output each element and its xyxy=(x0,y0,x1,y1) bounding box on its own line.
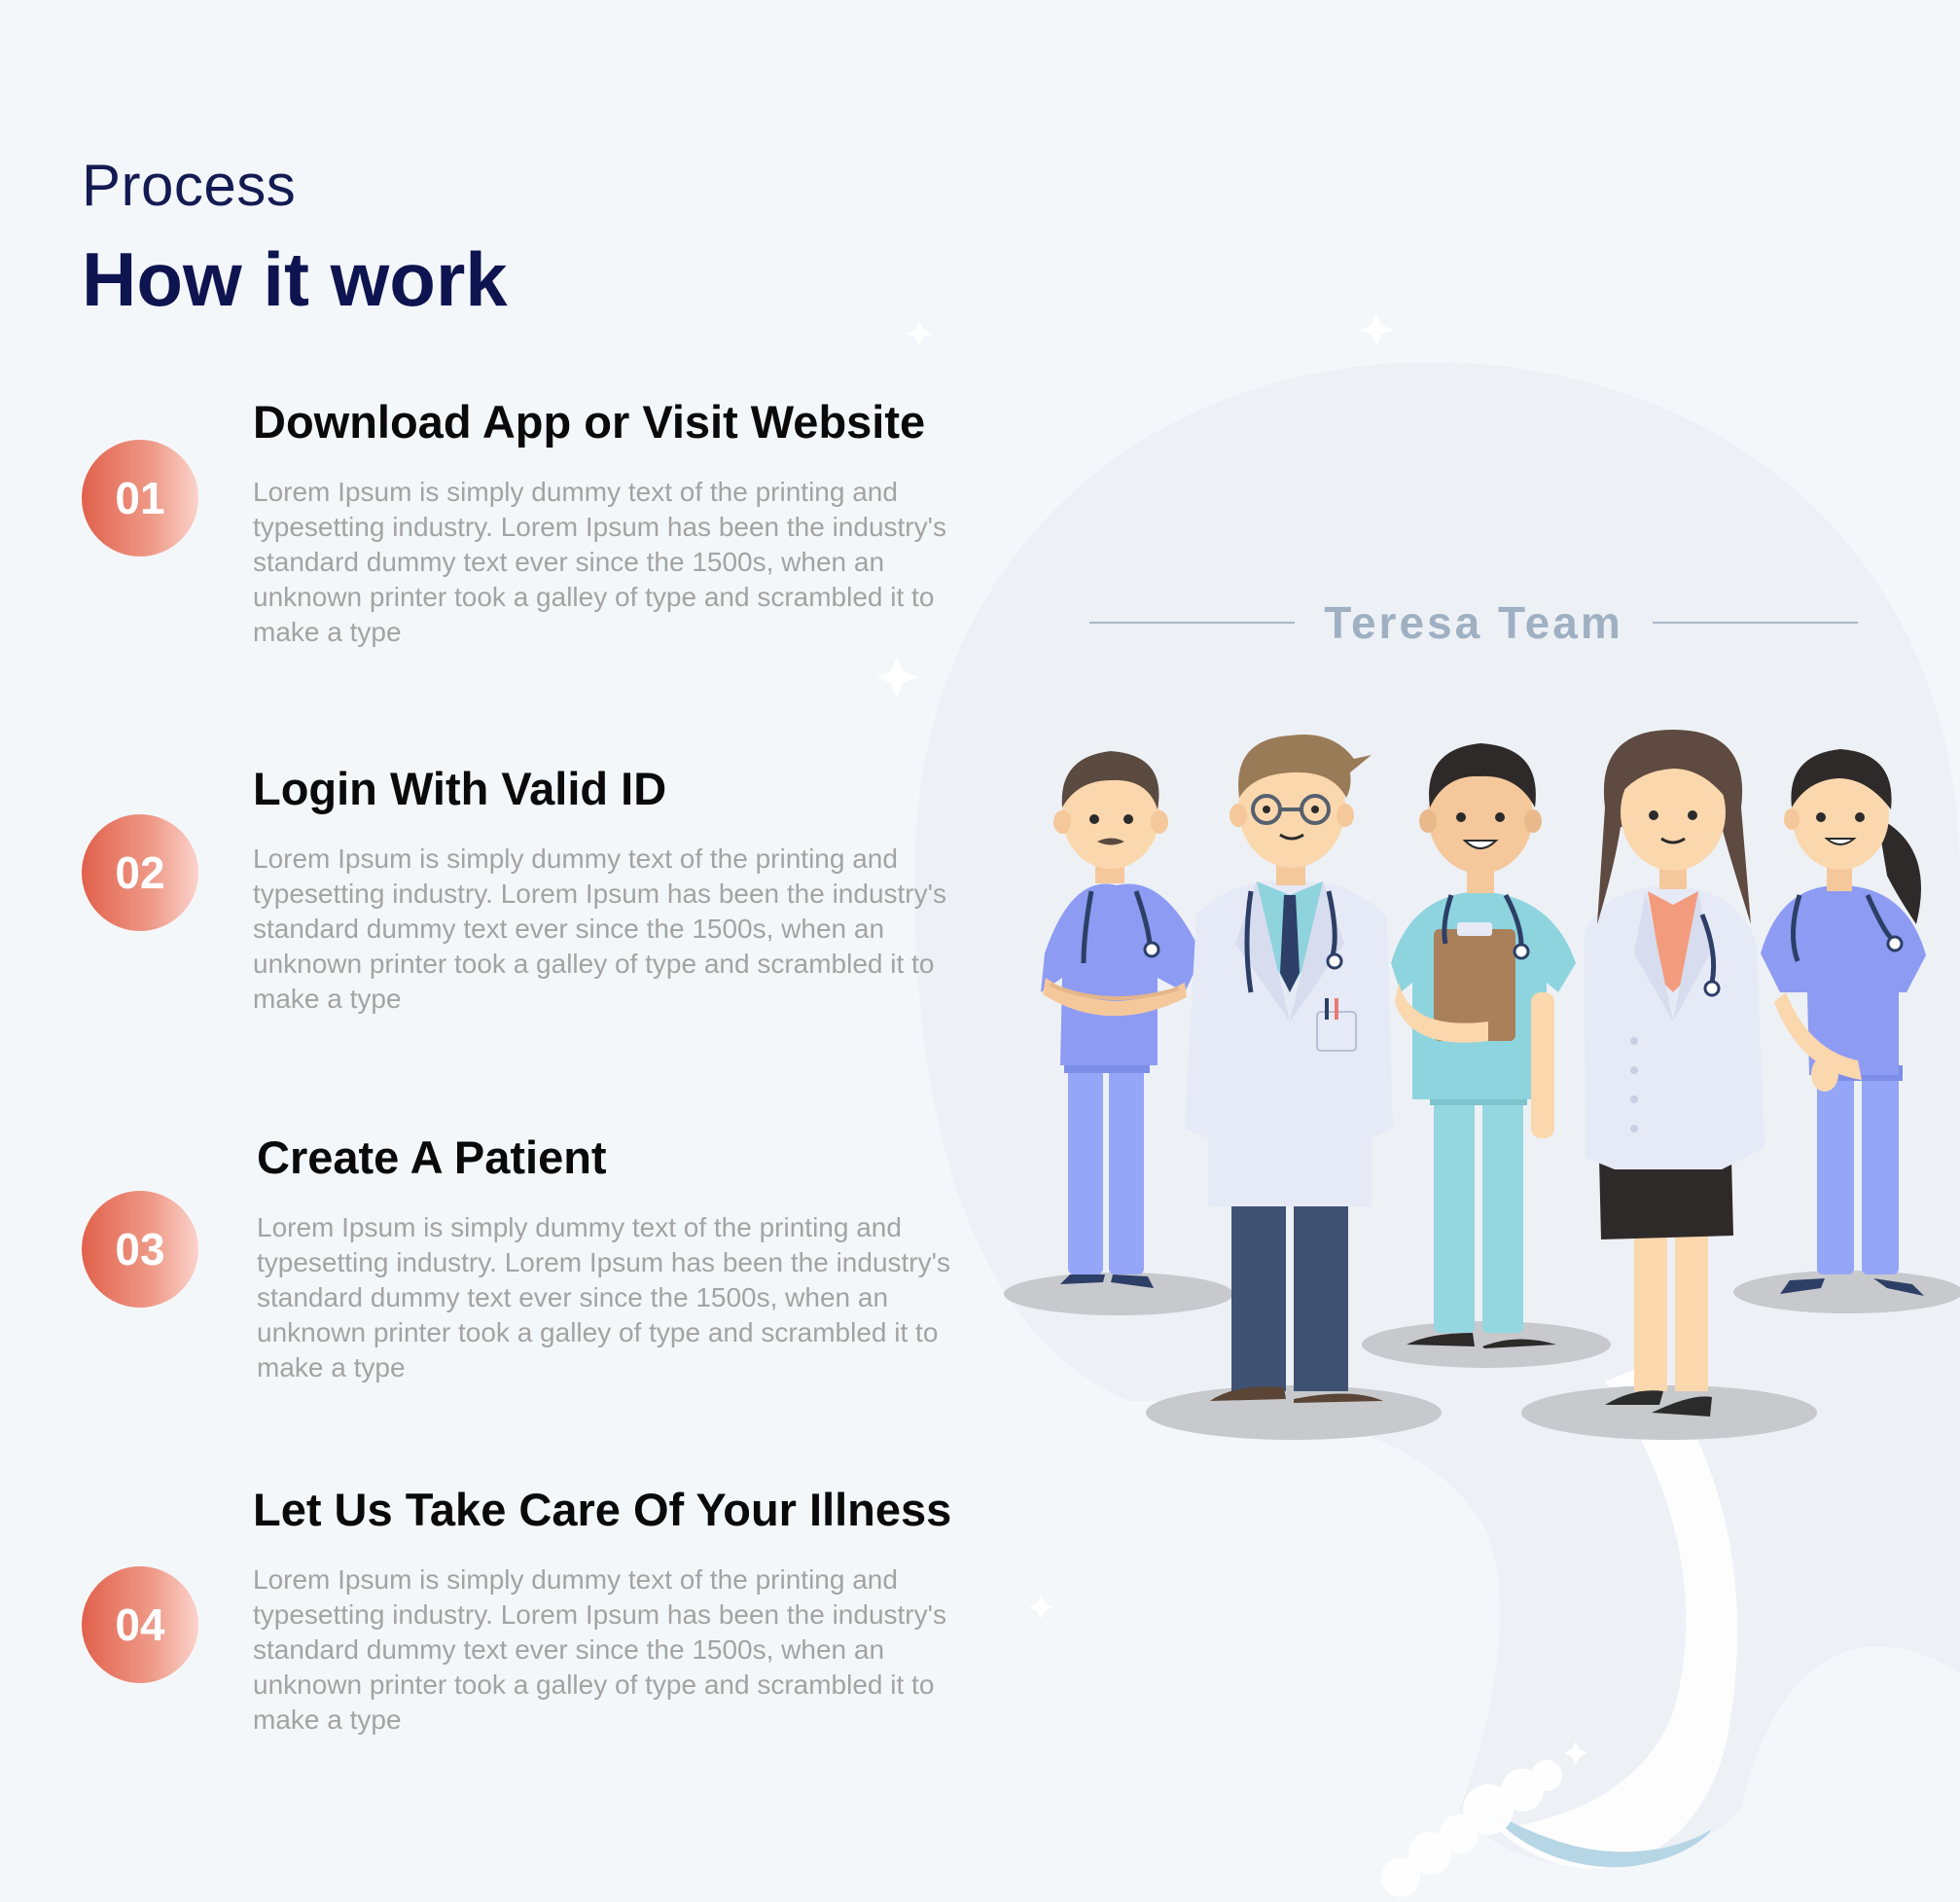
divider xyxy=(1089,622,1296,624)
nurse-figure xyxy=(1391,743,1576,1348)
sparkle-icon xyxy=(1360,313,1393,346)
step-number-badge: 01 xyxy=(82,440,198,556)
nurse-figure xyxy=(1041,751,1202,1288)
process-step: 03 Create A Patient Lorem Ipsum is simpl… xyxy=(0,1132,1031,1385)
medical-team-illustration xyxy=(1004,730,1960,1440)
doctor-figure xyxy=(1584,730,1764,1417)
step-number-badge: 04 xyxy=(82,1566,198,1683)
team-name: Teresa Team xyxy=(1324,597,1623,648)
step-title: Download App or Visit Website xyxy=(253,396,926,448)
process-step: 02 Login With Valid ID Lorem Ipsum is si… xyxy=(0,764,1031,1017)
step-description: Lorem Ipsum is simply dummy text of the … xyxy=(257,1212,950,1382)
how-it-works-page: Process How it work 01 Download App or V… xyxy=(0,0,1960,1902)
step-title: Let Us Take Care Of Your Illness xyxy=(253,1484,952,1535)
section-title: How it work xyxy=(82,236,508,322)
sparkle-icon xyxy=(907,321,932,346)
nurse-figure xyxy=(1761,749,1926,1296)
step-description: Lorem Ipsum is simply dummy text of the … xyxy=(253,477,946,647)
team-label: Teresa Team xyxy=(1089,593,1859,652)
step-number-badge: 03 xyxy=(82,1191,198,1308)
step-description: Lorem Ipsum is simply dummy text of the … xyxy=(253,1564,946,1735)
sparkle-icon xyxy=(876,657,917,698)
step-number-badge: 02 xyxy=(82,814,198,931)
process-step: 01 Download App or Visit Website Lorem I… xyxy=(0,397,1031,650)
process-step: 04 Let Us Take Care Of Your Illness Lore… xyxy=(0,1485,1031,1738)
step-description: Lorem Ipsum is simply dummy text of the … xyxy=(253,843,946,1014)
step-title: Login With Valid ID xyxy=(253,763,667,814)
divider xyxy=(1652,622,1859,624)
sparkle-icon xyxy=(1029,1596,1052,1619)
step-title: Create A Patient xyxy=(257,1131,607,1183)
section-eyebrow: Process xyxy=(82,153,297,218)
